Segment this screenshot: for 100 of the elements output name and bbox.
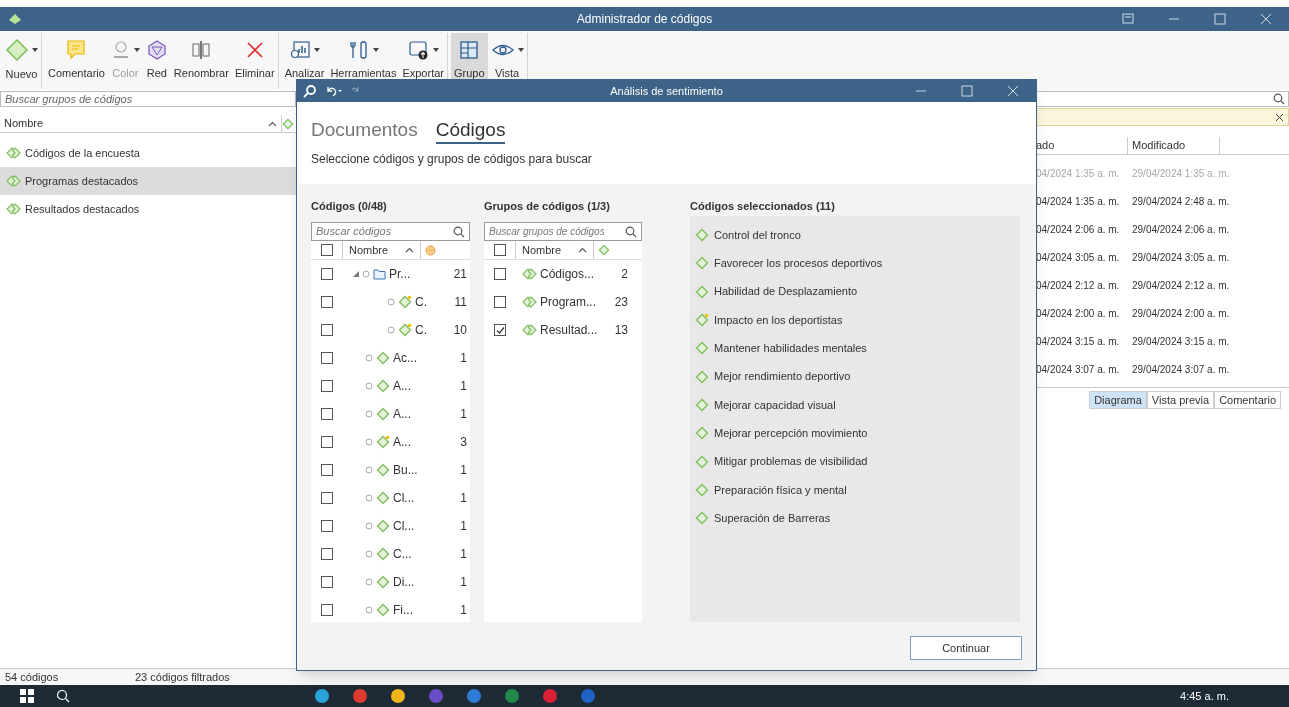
- checkbox[interactable]: [321, 520, 333, 532]
- sort-ascending-icon[interactable]: [268, 120, 277, 127]
- code-name[interactable]: C.: [415, 293, 427, 311]
- sort-ascending-icon[interactable]: [405, 247, 414, 253]
- code-icon: [695, 341, 709, 356]
- code-name[interactable]: C.: [415, 321, 427, 339]
- selected-code: Mejor rendimiento deportivo: [714, 369, 851, 385]
- checkbox[interactable]: [320, 244, 333, 256]
- tab[interactable]: Comentario: [1214, 391, 1281, 409]
- taskbar-app-icon[interactable]: [314, 688, 330, 704]
- code-star-icon: [398, 295, 412, 309]
- taskbar-app-icon[interactable]: [504, 688, 520, 704]
- code-name[interactable]: Cl...: [393, 489, 415, 507]
- code-icon: [695, 284, 709, 299]
- toolbar-button[interactable]: Analizar: [281, 32, 328, 89]
- search-field[interactable]: [1036, 91, 1289, 107]
- clock[interactable]: 4:45 a. m.: [1180, 687, 1229, 705]
- tab[interactable]: Códigos: [435, 118, 506, 144]
- tab[interactable]: Vista previa: [1146, 391, 1215, 409]
- column-header[interactable]: Nombre: [0, 115, 282, 132]
- code-icon: [695, 397, 709, 412]
- checkbox[interactable]: [321, 492, 333, 504]
- checkbox[interactable]: [321, 464, 333, 476]
- checkbox[interactable]: [321, 380, 333, 392]
- code-group-icon: [6, 174, 22, 188]
- code-group-item[interactable]: Códigos de la encuesta: [0, 139, 296, 167]
- code-group-name[interactable]: Códigos...: [540, 265, 595, 283]
- table-cell-text: 29/04/2024 2:00 a. m.: [1131, 306, 1231, 321]
- selected-code: Mitigar problemas de visibilidad: [714, 454, 868, 470]
- code-name[interactable]: A...: [393, 377, 411, 395]
- network-icon: [145, 39, 168, 62]
- code-group-name[interactable]: Resultad...: [540, 321, 598, 339]
- instruction-text: Seleccione códigos y grupos de códigos para buscar: [311, 151, 593, 168]
- code-group-icon: [6, 146, 22, 160]
- checkbox[interactable]: [321, 548, 333, 560]
- undo-icon[interactable]: [325, 85, 343, 97]
- search-field[interactable]: Buscar grupos de códigos: [484, 222, 642, 241]
- selected-code: Favorecer los procesos deportivos: [714, 256, 883, 272]
- search-field[interactable]: Buscar códigos: [311, 222, 470, 241]
- code-group-icon: [522, 267, 538, 281]
- code-name[interactable]: Bu...: [393, 461, 418, 479]
- tab[interactable]: Documentos: [311, 118, 418, 144]
- code-icon: [376, 379, 390, 393]
- toolbar-button[interactable]: Renombrar: [170, 32, 232, 89]
- code-name[interactable]: Ac...: [393, 349, 417, 367]
- close-icon[interactable]: [1275, 112, 1284, 122]
- checkbox[interactable]: [494, 296, 506, 308]
- checkbox[interactable]: [321, 436, 333, 448]
- search-icon[interactable]: [56, 689, 70, 703]
- column-header[interactable]: Modificado: [1128, 137, 1220, 154]
- sort-ascending-icon[interactable]: [578, 247, 587, 253]
- checkbox[interactable]: [321, 604, 333, 616]
- code-icon: [376, 603, 390, 617]
- toolbar-button[interactable]: Comentario: [45, 32, 108, 89]
- status-circle-icon: [365, 578, 373, 586]
- toolbar-button[interactable]: Herramientas: [327, 32, 400, 89]
- search-icon[interactable]: [453, 225, 465, 238]
- windows-start-icon[interactable]: [20, 689, 34, 703]
- table-cell-text: 29/04/2024 2:12 a. m.: [1131, 278, 1231, 293]
- tab[interactable]: Diagrama: [1089, 391, 1147, 409]
- code-name[interactable]: C...: [393, 545, 412, 563]
- code-group-icon: [522, 295, 538, 309]
- code-name[interactable]: Pr...: [389, 265, 411, 283]
- checkbox[interactable]: [321, 296, 333, 308]
- checkbox[interactable]: [321, 352, 333, 364]
- search-field[interactable]: Buscar grupos de códigos: [0, 91, 296, 107]
- toolbar-button[interactable]: Eliminar: [231, 32, 279, 89]
- checkbox[interactable]: [494, 324, 506, 336]
- expand-triangle-icon[interactable]: [353, 271, 359, 277]
- code-group-item[interactable]: Programas destacados: [0, 167, 296, 195]
- code-name[interactable]: Di...: [393, 573, 415, 591]
- caret-icon: [517, 48, 524, 53]
- search-icon[interactable]: [303, 84, 317, 98]
- code-name[interactable]: A...: [393, 433, 411, 451]
- code-name[interactable]: Cl...: [393, 517, 415, 535]
- status-circle-icon: [365, 438, 373, 446]
- checkbox[interactable]: [321, 408, 333, 420]
- column-header[interactable]: Nombre: [343, 241, 421, 259]
- checkbox[interactable]: [321, 324, 333, 336]
- column-header[interactable]: Nombre: [516, 241, 594, 259]
- taskbar-app-icon[interactable]: [352, 688, 368, 704]
- toolbar-button[interactable]: Nuevo: [2, 32, 42, 89]
- code-group-item[interactable]: Resultados destacados: [0, 195, 296, 223]
- checkbox[interactable]: [321, 268, 333, 280]
- code-name[interactable]: A...: [393, 405, 411, 423]
- selected-code: Mejorar capacidad visual: [714, 397, 836, 413]
- search-icon[interactable]: [625, 225, 637, 238]
- toolbar-button[interactable]: Red: [142, 32, 171, 89]
- continue-button[interactable]: Continuar: [910, 636, 1022, 660]
- code-name[interactable]: Fi...: [393, 601, 413, 619]
- quotation-count: 1: [459, 518, 467, 535]
- taskbar-app-icon[interactable]: [466, 688, 482, 704]
- checkbox[interactable]: [493, 244, 506, 256]
- taskbar-app-icon[interactable]: [390, 688, 406, 704]
- diamond-icon: [598, 244, 610, 256]
- code-group-name[interactable]: Program...: [540, 293, 596, 311]
- search-icon[interactable]: [1273, 93, 1285, 105]
- checkbox[interactable]: [494, 268, 506, 280]
- code-count: 2: [620, 266, 628, 283]
- checkbox[interactable]: [321, 576, 333, 588]
